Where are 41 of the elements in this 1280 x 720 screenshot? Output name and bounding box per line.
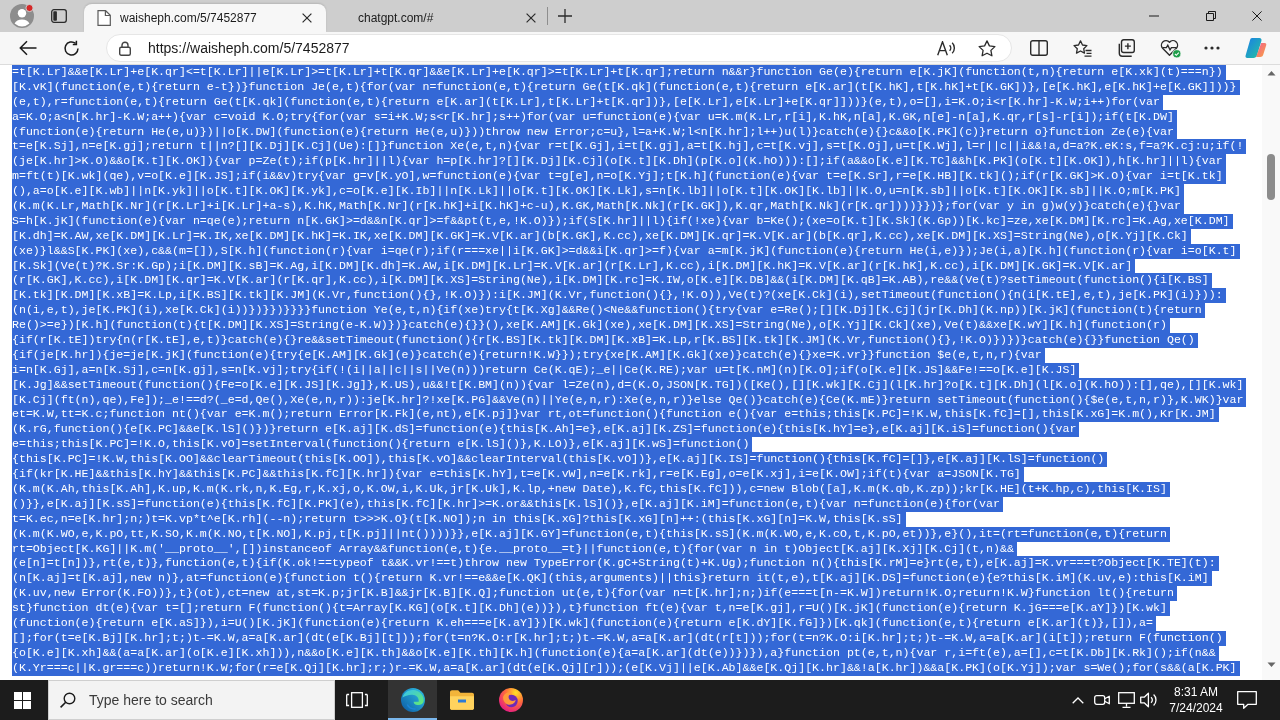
close-icon[interactable] <box>302 13 312 23</box>
browser-tab[interactable]: chatgpt.com/# <box>334 4 546 32</box>
address-field[interactable]: https://waisheph.com/5/7452877 <box>106 34 1012 62</box>
split-screen-icon[interactable] <box>1030 40 1048 56</box>
camera-icon[interactable] <box>1094 693 1110 707</box>
clock-date[interactable]: 7/24/2024 <box>1165 700 1227 716</box>
heart-pulse-icon[interactable] <box>1160 38 1181 58</box>
browser-tab[interactable]: waisheph.com/5/7452877 <box>84 4 326 32</box>
collections-icon[interactable] <box>1117 39 1135 57</box>
page-icon <box>97 10 111 26</box>
read-aloud-icon[interactable] <box>937 40 956 56</box>
task-view-icon[interactable] <box>346 692 368 708</box>
star-icon[interactable] <box>978 39 996 57</box>
chevron-up-icon[interactable] <box>1072 696 1084 704</box>
scrollbar[interactable] <box>1262 65 1280 680</box>
wave-logo-icon[interactable] <box>400 688 425 712</box>
network-icon[interactable] <box>1118 692 1135 708</box>
more-icon[interactable] <box>1204 46 1220 50</box>
profile-icon[interactable] <box>10 4 34 28</box>
scroll-down-icon[interactable] <box>1266 662 1276 668</box>
swirl-globe-icon[interactable] <box>498 688 523 712</box>
close-icon[interactable] <box>526 13 536 23</box>
slanted-bars-icon[interactable] <box>1245 37 1267 59</box>
back-arrow-icon[interactable] <box>19 40 37 56</box>
search-icon <box>60 692 76 708</box>
speaker-icon[interactable] <box>1140 692 1158 708</box>
search-field[interactable]: Type here to search <box>48 680 335 720</box>
lock-icon[interactable] <box>119 40 131 56</box>
favorites-icon[interactable] <box>1073 39 1092 57</box>
restore-icon[interactable] <box>1206 11 1216 21</box>
close-icon[interactable] <box>1252 11 1262 21</box>
plus-icon[interactable] <box>558 9 572 23</box>
folder-icon[interactable] <box>449 690 474 710</box>
notification-icon[interactable] <box>1237 691 1257 709</box>
clock-time[interactable]: 8:31 AM <box>1165 684 1227 700</box>
start-icon[interactable] <box>14 691 31 709</box>
scrollbar-thumb[interactable] <box>1267 154 1275 200</box>
scroll-up-icon[interactable] <box>1266 70 1276 76</box>
refresh-icon[interactable] <box>63 39 80 57</box>
panel-icon[interactable] <box>51 8 67 24</box>
taskbar-button[interactable] <box>388 680 437 720</box>
